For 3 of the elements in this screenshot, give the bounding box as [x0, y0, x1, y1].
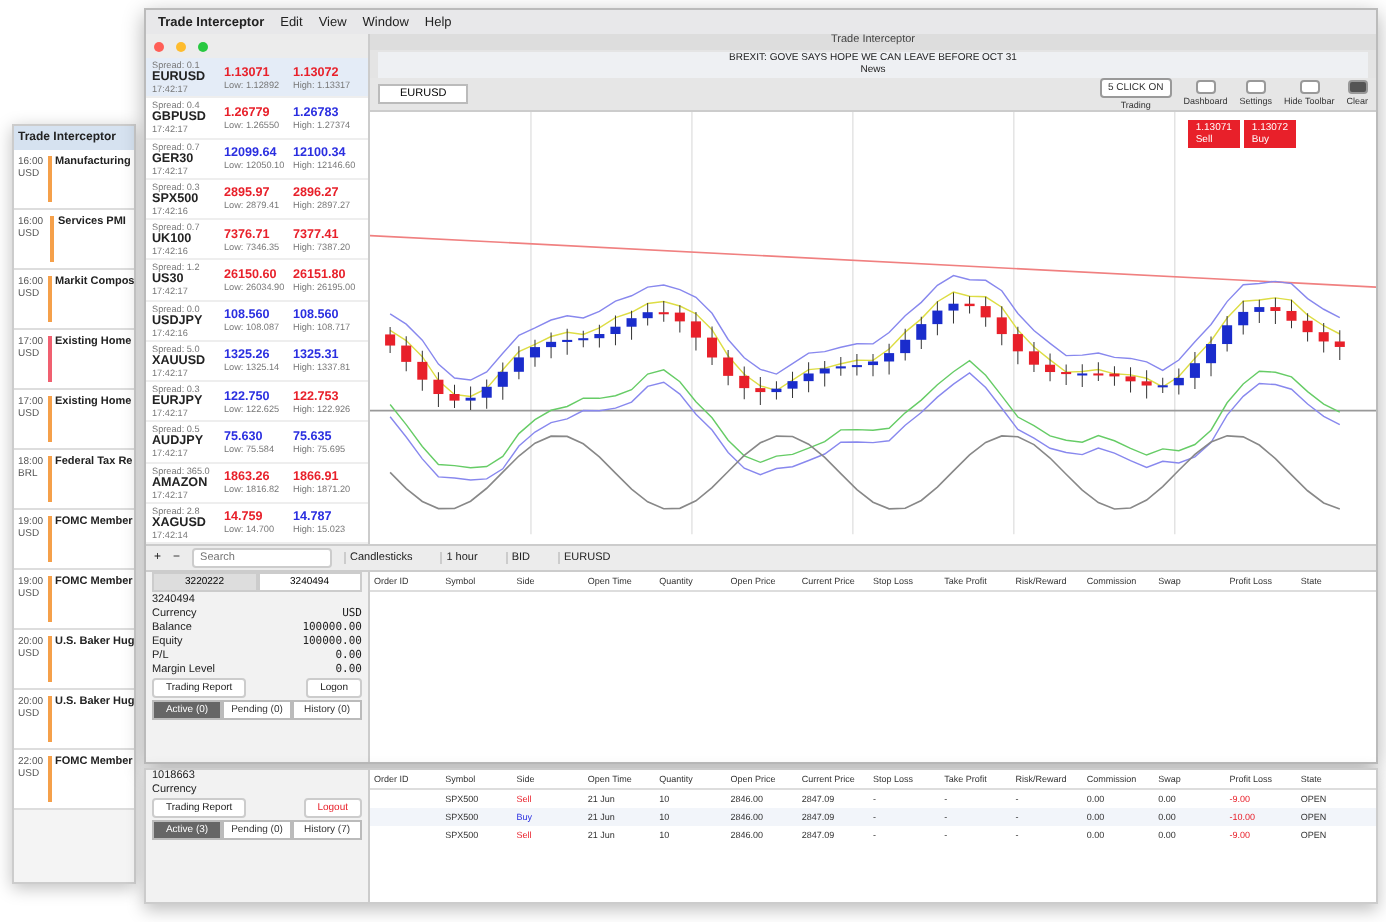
close-icon[interactable] — [154, 41, 164, 51]
zoom-icon[interactable] — [198, 41, 208, 51]
minimize-icon[interactable] — [176, 41, 186, 51]
